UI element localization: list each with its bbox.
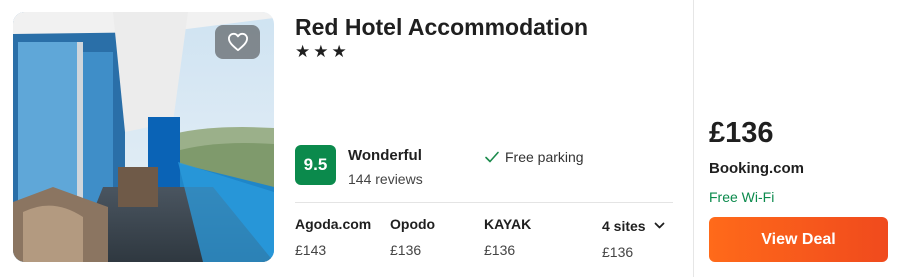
favorite-button[interactable] [215, 25, 260, 59]
site-name: Agoda.com [295, 216, 372, 232]
review-count[interactable]: 144 reviews [348, 171, 423, 187]
divider [295, 202, 673, 203]
amenity-free-parking: Free parking [484, 149, 584, 165]
deal-price: £136 [709, 117, 774, 149]
hotel-result-card: Red Hotel Accommodation ★★★ 9.5 Wonderfu… [0, 0, 905, 277]
site-offer-agoda[interactable]: Agoda.com £143 [295, 216, 371, 258]
star-rating: ★★★ [295, 42, 350, 61]
hotel-name[interactable]: Red Hotel Accommodation [295, 14, 588, 41]
amenity-label: Free parking [505, 149, 584, 165]
rating-score-badge: 9.5 [295, 145, 336, 185]
site-offer-kayak[interactable]: KAYAK £136 [484, 216, 531, 258]
deal-perk: Free Wi-Fi [709, 189, 775, 205]
column-divider [693, 0, 694, 277]
heart-outline-icon [227, 32, 248, 52]
site-name: KAYAK [484, 216, 532, 232]
site-price: £136 [484, 242, 516, 258]
deal-provider: Booking.com [709, 160, 805, 177]
check-icon [485, 151, 499, 163]
more-sites-label: 4 sites [602, 218, 646, 234]
site-price: £143 [295, 242, 327, 258]
chevron-down-icon [654, 222, 664, 229]
site-price: £136 [390, 242, 422, 258]
site-name: Opodo [390, 216, 436, 232]
rating-label: Wonderful [348, 147, 422, 164]
site-offer-opodo[interactable]: Opodo £136 [390, 216, 435, 258]
more-sites-dropdown[interactable]: 4 sites £136 [602, 218, 665, 260]
more-sites-price: £136 [602, 244, 634, 260]
view-deal-button[interactable]: View Deal [709, 217, 888, 262]
